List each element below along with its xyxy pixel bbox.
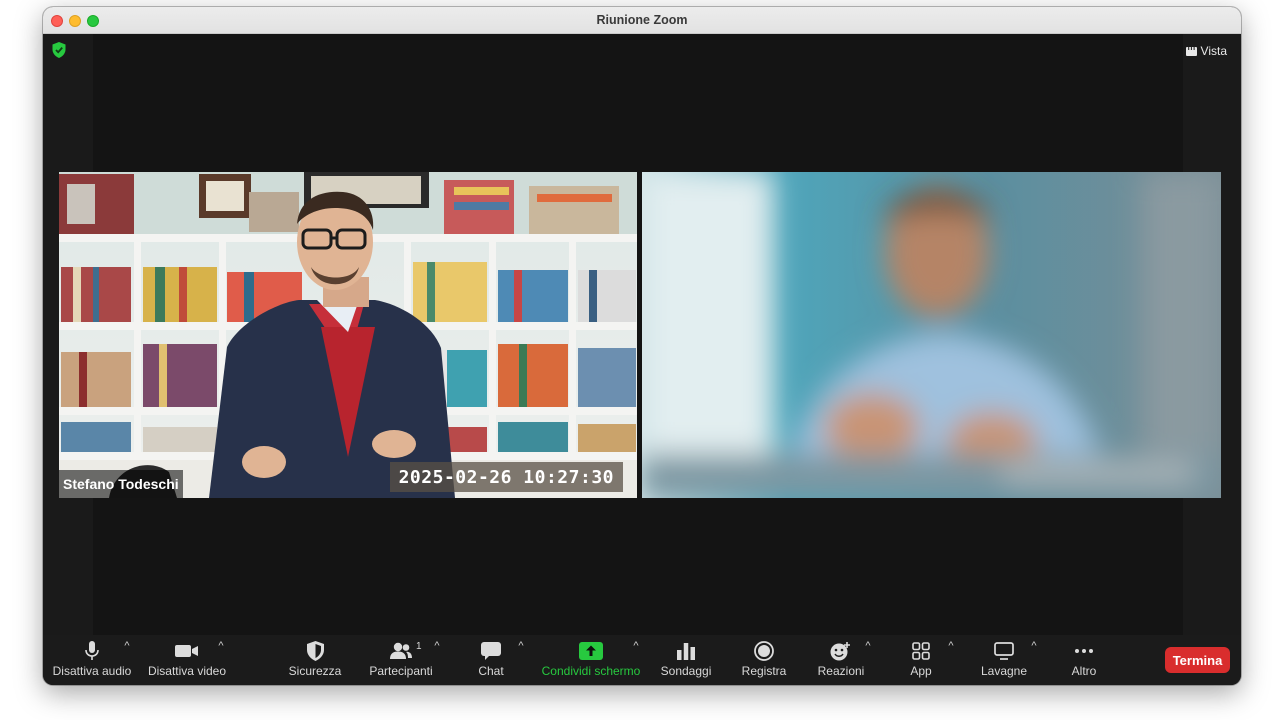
meeting-toolbar: Disattiva audio ^ Disattiva video ^ Sicu…	[43, 635, 1241, 685]
title-bar: Riunione Zoom	[43, 7, 1241, 34]
video-camera-icon	[175, 645, 198, 657]
participants-count: 1	[416, 641, 422, 652]
view-label: Vista	[1200, 44, 1227, 58]
participants-icon	[390, 642, 412, 659]
more-label: Altro	[1071, 664, 1097, 678]
polls-button[interactable]: Sondaggi	[655, 640, 717, 680]
blurred-video-tile[interactable]	[642, 172, 1221, 498]
meeting-stage: Vista Stefano Todeschi 2025-02-26 10:27:…	[43, 34, 1241, 635]
polls-bar-chart-icon	[677, 643, 695, 660]
security-label: Sicurezza	[288, 664, 342, 678]
share-screen-button[interactable]: Condividi schermo	[537, 640, 645, 680]
view-button[interactable]: Vista	[1182, 42, 1231, 60]
blurred-video-feed	[642, 172, 1221, 498]
share-screen-label: Condividi schermo	[541, 664, 641, 678]
end-meeting-button[interactable]: Termina	[1165, 647, 1230, 673]
microphone-icon	[85, 641, 99, 660]
video-timestamp: 2025-02-26 10:27:30	[389, 462, 623, 492]
participant-video-feed	[59, 172, 637, 498]
reactions-options-caret[interactable]: ^	[862, 640, 874, 652]
record-label: Registra	[741, 664, 787, 678]
record-icon	[754, 641, 774, 661]
chat-options-caret[interactable]: ^	[515, 640, 527, 652]
whiteboard-icon	[994, 642, 1014, 660]
share-screen-icon	[579, 642, 603, 660]
security-shield-icon	[306, 641, 324, 661]
mute-audio-label: Disattiva audio	[52, 664, 132, 678]
apps-options-caret[interactable]: ^	[945, 640, 957, 652]
share-options-caret[interactable]: ^	[630, 640, 642, 652]
participants-options-caret[interactable]: ^	[431, 640, 443, 652]
polls-label: Sondaggi	[660, 664, 712, 678]
apps-icon	[912, 642, 930, 660]
encryption-shield-icon[interactable]	[52, 42, 66, 58]
stop-video-label: Disattiva video	[147, 664, 227, 678]
participant-name-label: Stefano Todeschi	[59, 470, 183, 498]
apps-label: App	[910, 664, 932, 678]
chat-label: Chat	[478, 664, 504, 678]
participants-button[interactable]: Partecipanti	[365, 640, 437, 680]
audio-options-caret[interactable]: ^	[121, 640, 133, 652]
participants-label: Partecipanti	[369, 664, 433, 678]
grid-view-icon	[1185, 46, 1197, 56]
chat-bubble-icon	[481, 642, 501, 660]
whiteboards-options-caret[interactable]: ^	[1028, 640, 1040, 652]
video-options-caret[interactable]: ^	[215, 640, 227, 652]
whiteboards-label: Lavagne	[980, 664, 1028, 678]
participant-video-tile[interactable]: Stefano Todeschi 2025-02-26 10:27:30	[59, 172, 637, 498]
security-button[interactable]: Sicurezza	[283, 640, 347, 680]
apps-button[interactable]: App	[893, 640, 949, 680]
record-button[interactable]: Registra	[733, 640, 795, 680]
reactions-emoji-icon	[830, 642, 850, 661]
chat-button[interactable]: Chat	[465, 640, 517, 680]
reactions-label: Reazioni	[817, 664, 865, 678]
more-dots-icon	[1075, 649, 1093, 653]
window-title: Riunione Zoom	[596, 13, 688, 27]
more-button[interactable]: Altro	[1059, 640, 1109, 680]
zoom-window: Riunione Zoom Vista Stefano Todeschi 202…	[43, 7, 1241, 685]
